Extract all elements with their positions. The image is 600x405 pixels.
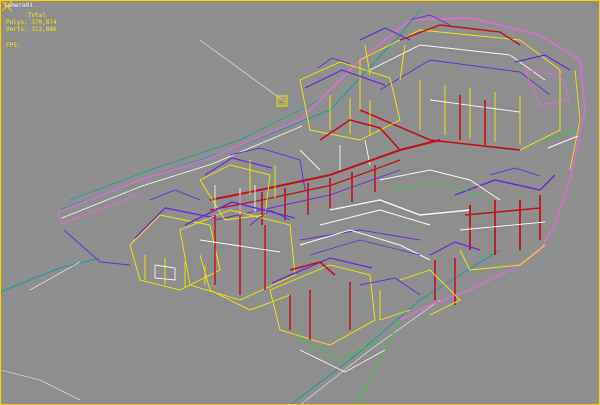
east-pavilion (399, 129, 579, 316)
polys-value: 370,874 (31, 19, 57, 26)
stats-total-label: Total (28, 12, 47, 19)
camera-viewport[interactable]: Camera01 Total Polys: 370,874 Verts: 312… (0, 0, 600, 405)
terrain-lines (0, 9, 501, 405)
stats-polys: Polys: 370,874 (6, 19, 57, 26)
fps-readout: FPS: (6, 42, 21, 49)
stats-verts: Verts: 312,886 (6, 26, 57, 33)
polys-label: Polys: (6, 19, 28, 26)
verts-value: 312,886 (31, 26, 57, 33)
front-gate-block (269, 257, 421, 373)
viewport-maximize-icon[interactable] (0, 0, 14, 12)
left-rear-halls (299, 27, 411, 171)
boundary-wall (57, 17, 586, 321)
verts-label: Verts: (6, 26, 28, 33)
statistics-overlay: Total Polys: 370,874 Verts: 312,886 (6, 12, 57, 33)
wireframe-scene[interactable] (0, 0, 600, 405)
